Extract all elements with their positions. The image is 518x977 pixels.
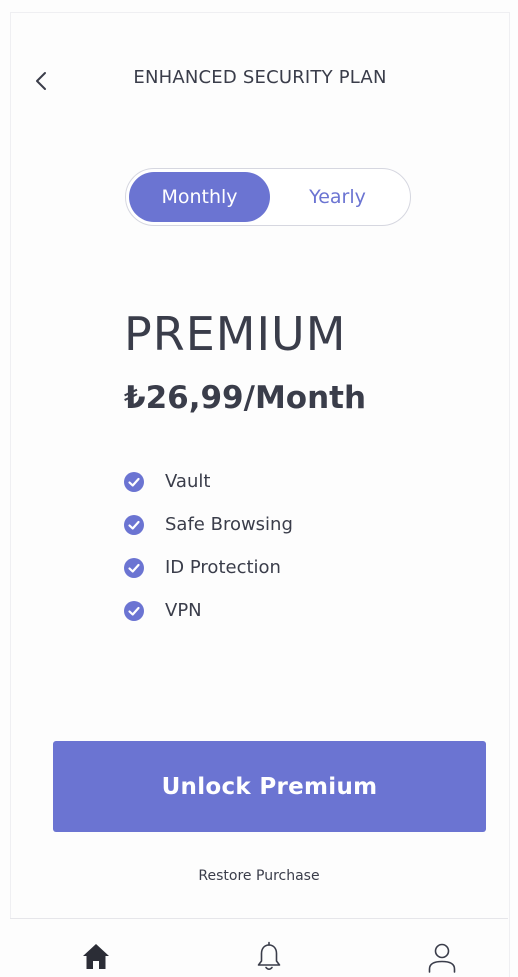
feature-item: VPN: [124, 589, 293, 632]
tab-profile[interactable]: [425, 941, 459, 977]
home-icon: [83, 944, 109, 969]
feature-list: Vault Safe Browsing ID Protection VPN: [124, 460, 293, 632]
tab-home[interactable]: [79, 941, 113, 977]
billing-period-toggle[interactable]: Monthly Yearly: [125, 168, 411, 226]
restore-purchase-link[interactable]: Restore Purchase: [0, 868, 518, 884]
user-icon: [428, 943, 456, 973]
bell-icon: [257, 941, 281, 971]
check-circle-icon: [124, 557, 144, 578]
check-circle-icon: [124, 600, 144, 621]
bottom-tab-bar: [10, 918, 508, 977]
plan-name: PREMIUM: [124, 307, 347, 361]
feature-item: Safe Browsing: [124, 503, 293, 546]
plan-price: ₺26,99/Month: [124, 380, 367, 416]
tab-notifications[interactable]: [252, 941, 286, 977]
toggle-option-monthly[interactable]: Monthly: [129, 172, 270, 222]
toggle-option-yearly[interactable]: Yearly: [267, 172, 408, 222]
feature-label: ID Protection: [165, 557, 281, 578]
page-title: ENHANCED SECURITY PLAN: [133, 67, 387, 88]
feature-label: Vault: [165, 471, 211, 492]
unlock-premium-button[interactable]: Unlock Premium: [53, 741, 486, 832]
check-circle-icon: [124, 514, 144, 535]
feature-label: Safe Browsing: [165, 514, 293, 535]
feature-label: VPN: [165, 600, 202, 621]
check-circle-icon: [124, 471, 144, 492]
feature-item: Vault: [124, 460, 293, 503]
feature-item: ID Protection: [124, 546, 293, 589]
